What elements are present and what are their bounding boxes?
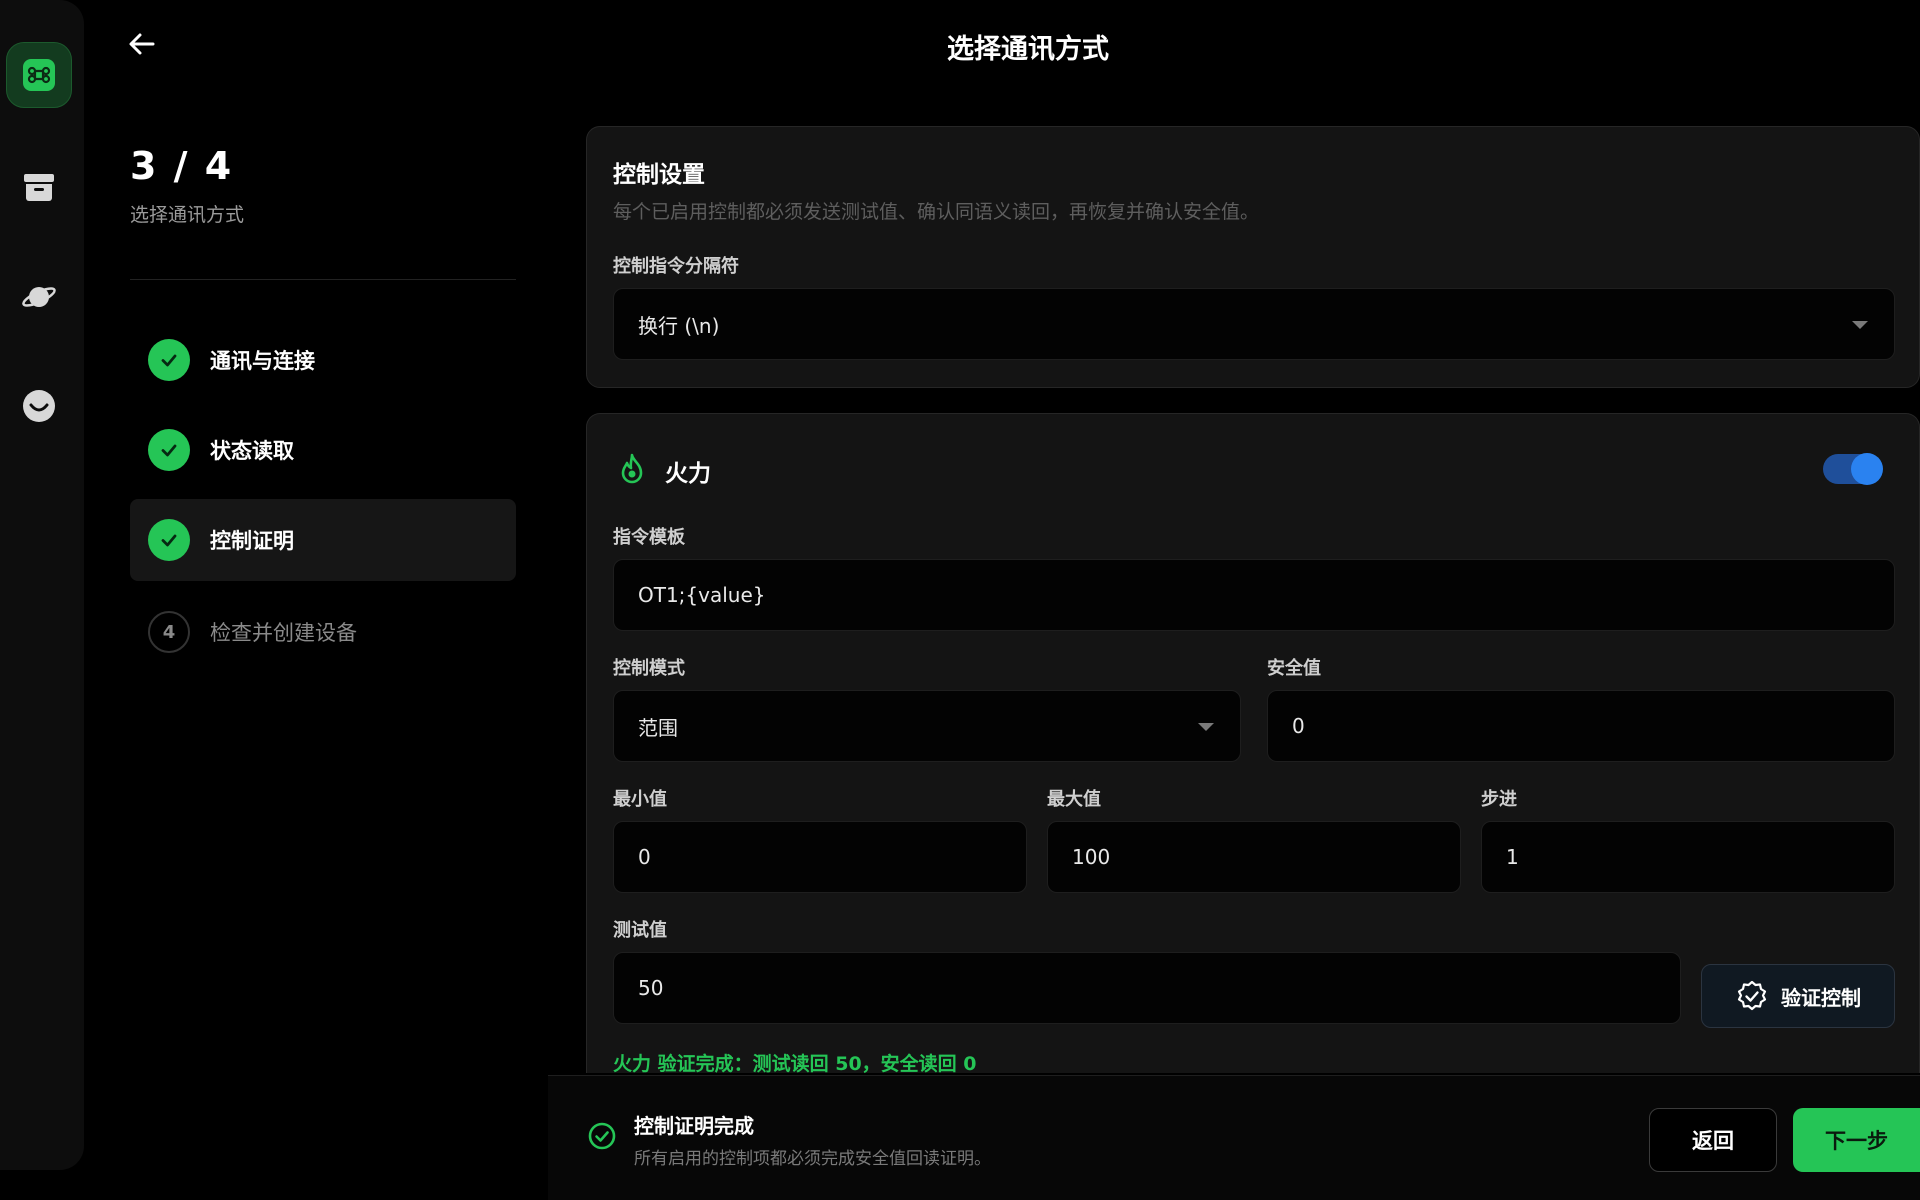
archive-box-icon	[24, 174, 54, 201]
fire-control-card: 火力 指令模板 控制模式 范围 安全值 最小值 最大值 步进 测试值 验证控制 …	[586, 413, 1920, 1075]
check-icon	[161, 354, 177, 367]
step-label: 通讯与连接	[210, 349, 315, 373]
card-title: 控制设置	[613, 162, 705, 188]
step-item-connection[interactable]: 通讯与连接	[130, 319, 516, 401]
step-done-badge	[148, 429, 190, 471]
max-value-input[interactable]	[1047, 821, 1461, 893]
step-done-badge	[148, 519, 190, 561]
min-value-field[interactable]	[638, 845, 1026, 869]
footer-description: 所有启用的控制项都必须完成安全值回读证明。	[634, 1149, 991, 1169]
badge-check-icon	[1737, 980, 1767, 1011]
smiley-icon	[23, 390, 55, 422]
template-input-field[interactable]	[638, 583, 1894, 607]
page-title: 选择通讯方式	[947, 34, 1109, 65]
fire-enable-toggle[interactable]	[1823, 453, 1883, 485]
icon-rail	[0, 0, 84, 1170]
check-icon	[161, 444, 177, 457]
fire-icon	[621, 453, 643, 484]
min-value-input[interactable]	[613, 821, 1027, 893]
check-icon	[161, 534, 177, 547]
chevron-down-icon	[1852, 321, 1868, 329]
verify-result-message: 火力 验证完成：测试读回 50，安全读回 0	[613, 1053, 977, 1075]
step-label: 状态读取	[210, 439, 294, 463]
planet-icon	[22, 287, 56, 307]
rail-smiley-button[interactable]	[6, 373, 72, 439]
step-label: 检查并创建设备	[210, 621, 357, 645]
back-button[interactable]: 返回	[1649, 1108, 1777, 1172]
control-mode-select[interactable]: 范围	[613, 690, 1241, 762]
field-label: 控制模式	[613, 658, 685, 679]
verify-button-label: 验证控制	[1781, 985, 1861, 1010]
toggle-knob	[1851, 453, 1883, 485]
check-circle-icon	[588, 1122, 616, 1150]
step-item-review-create[interactable]: 4 检查并创建设备	[130, 591, 516, 673]
field-label: 最小值	[613, 789, 667, 810]
field-label: 指令模板	[613, 527, 685, 548]
safe-value-input[interactable]	[1267, 690, 1895, 762]
select-value: 换行 (\n)	[638, 313, 720, 338]
step-counter: 3 / 4	[130, 144, 234, 188]
chevron-down-icon	[1198, 723, 1214, 731]
step-value-input[interactable]	[1481, 821, 1895, 893]
delimiter-select[interactable]: 换行 (\n)	[613, 288, 1895, 360]
step-subtitle: 选择通讯方式	[130, 204, 245, 226]
template-input[interactable]	[613, 559, 1895, 631]
step-label: 控制证明	[210, 529, 294, 553]
next-button[interactable]: 下一步	[1793, 1108, 1920, 1172]
max-value-field[interactable]	[1072, 845, 1460, 869]
rail-archive-button[interactable]	[6, 155, 72, 221]
card-description: 每个已启用控制都必须发送测试值、确认同语义读回，再恢复并确认安全值。	[613, 201, 1260, 223]
step-item-control-proof[interactable]: 控制证明	[130, 499, 516, 581]
field-label: 安全值	[1267, 658, 1321, 679]
page-header: 选择通讯方式	[0, 27, 1920, 66]
wizard-footer: 控制证明完成 所有启用的控制项都必须完成安全值回读证明。 返回 下一步	[548, 1075, 1920, 1200]
field-label: 测试值	[613, 920, 667, 941]
verify-control-button[interactable]: 验证控制	[1701, 964, 1895, 1028]
safe-value-field[interactable]	[1292, 714, 1894, 738]
stepper-divider	[130, 279, 516, 280]
select-value: 范围	[638, 715, 678, 740]
control-settings-card: 控制设置 每个已启用控制都必须发送测试值、确认同语义读回，再恢复并确认安全值。 …	[586, 126, 1920, 388]
step-value-field[interactable]	[1506, 845, 1894, 869]
field-label: 控制指令分隔符	[613, 256, 739, 277]
test-value-field[interactable]	[638, 976, 1680, 1000]
field-label: 步进	[1481, 789, 1517, 810]
footer-title: 控制证明完成	[634, 1114, 754, 1138]
card-title: 火力	[665, 461, 711, 487]
step-done-badge	[148, 339, 190, 381]
test-value-input[interactable]	[613, 952, 1681, 1024]
rail-planet-button[interactable]	[6, 264, 72, 330]
field-label: 最大值	[1047, 789, 1101, 810]
step-number-badge: 4	[148, 611, 190, 653]
step-item-status-read[interactable]: 状态读取	[130, 409, 516, 491]
